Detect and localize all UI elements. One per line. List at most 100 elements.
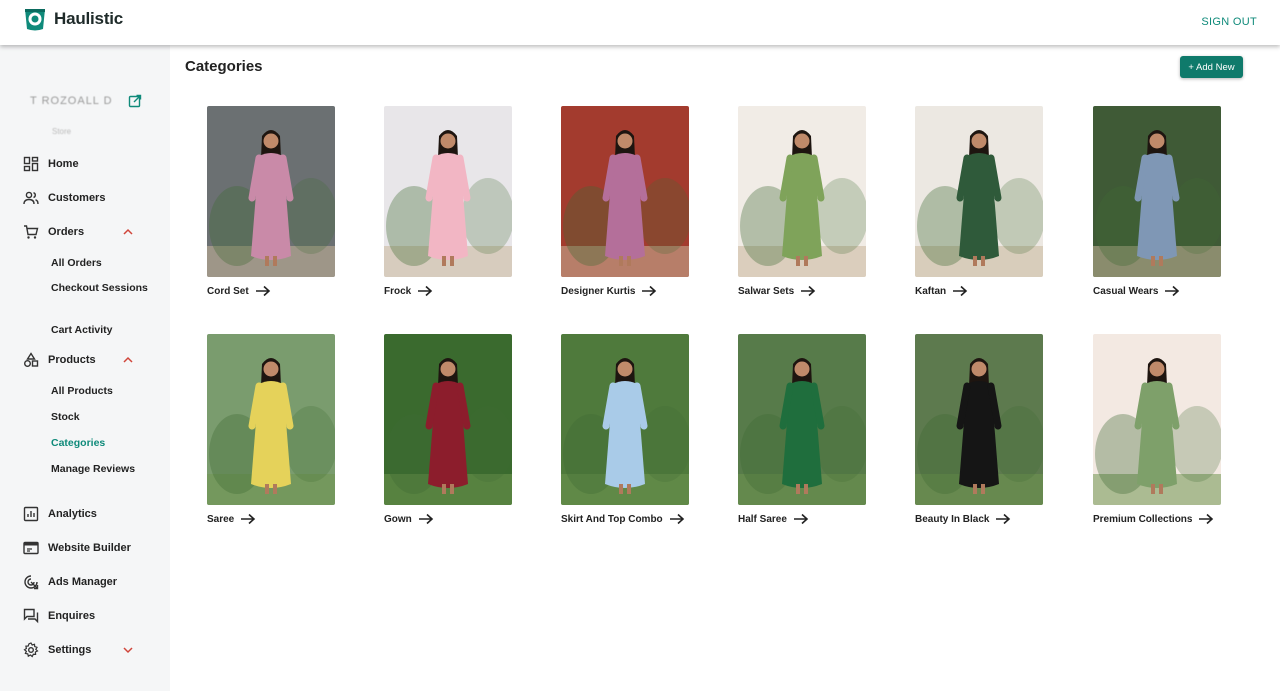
category-card[interactable]: Premium Collections [1093, 334, 1221, 526]
chevron-down-icon[interactable] [122, 644, 134, 656]
category-name: Premium Collections [1093, 513, 1193, 525]
category-card[interactable]: Kaftan [915, 106, 1043, 298]
chevron-up-icon[interactable] [122, 226, 134, 238]
sidebar-item-settings[interactable]: Settings [0, 636, 170, 664]
chevron-up-icon[interactable] [122, 354, 134, 366]
category-card[interactable]: Salwar Sets [738, 106, 866, 298]
category-caption[interactable]: Casual Wears [1093, 284, 1221, 298]
chat-icon [23, 608, 39, 624]
category-caption[interactable]: Gown [384, 512, 512, 526]
category-card[interactable]: Half Saree [738, 334, 866, 526]
category-caption[interactable]: Salwar Sets [738, 284, 866, 298]
logo-icon [25, 9, 45, 31]
arrow-right-icon[interactable] [793, 513, 809, 525]
category-image[interactable] [1093, 334, 1221, 505]
arrow-right-icon[interactable] [418, 513, 434, 525]
sidebar-label-ads-manager: Ads Manager [48, 576, 118, 588]
sidebar-subitem-all-products[interactable]: All Products [51, 384, 151, 399]
sidebar-subitem-manage-reviews[interactable]: Manage Reviews [51, 462, 151, 477]
category-image[interactable] [738, 334, 866, 505]
arrow-right-icon[interactable] [641, 285, 657, 297]
category-name: Cord Set [207, 285, 249, 297]
arrow-right-icon[interactable] [240, 513, 256, 525]
category-caption[interactable]: Designer Kurtis [561, 284, 689, 298]
target-icon [24, 575, 39, 590]
category-caption[interactable]: Cord Set [207, 284, 335, 298]
sidebar-item-analytics[interactable]: Analytics [0, 500, 170, 528]
sidebar-item-orders[interactable]: Orders [0, 218, 170, 246]
category-name: Half Saree [738, 513, 787, 525]
category-name: Skirt And Top Combo [561, 513, 663, 525]
category-card[interactable]: Saree [207, 334, 335, 526]
brand-logo[interactable]: Haulistic [22, 6, 123, 32]
category-image[interactable] [384, 106, 512, 277]
category-image[interactable] [915, 106, 1043, 277]
sidebar-subitem-checkout-sessions[interactable]: Checkout Sessions [51, 281, 151, 296]
category-name: Designer Kurtis [561, 285, 636, 297]
browser-icon [23, 541, 39, 555]
category-card[interactable]: Beauty In Black [915, 334, 1043, 526]
arrow-right-icon[interactable] [417, 285, 433, 297]
top-bar: Haulistic SIGN OUT [0, 0, 1280, 45]
add-new-button[interactable]: + Add New [1180, 56, 1243, 78]
sidebar-label-enquires: Enquires [48, 610, 96, 622]
analytics-icon [23, 506, 39, 522]
gear-icon [23, 642, 39, 658]
category-image[interactable] [561, 334, 689, 505]
store-name: T ROZOALL D [30, 95, 113, 107]
category-image[interactable] [738, 106, 866, 277]
category-image[interactable] [915, 334, 1043, 505]
arrow-right-icon[interactable] [1198, 513, 1214, 525]
category-image[interactable] [207, 334, 335, 505]
category-card[interactable]: Gown [384, 334, 512, 526]
category-name: Gown [384, 513, 412, 525]
category-caption[interactable]: Half Saree [738, 512, 866, 526]
category-name: Salwar Sets [738, 285, 795, 297]
arrow-right-icon[interactable] [995, 513, 1011, 525]
sidebar-subitem-categories[interactable]: Categories [51, 436, 151, 451]
external-link-icon[interactable] [128, 94, 142, 108]
sidebar-subitem-stock[interactable]: Stock [51, 410, 151, 425]
arrow-right-icon[interactable] [669, 513, 685, 525]
sidebar-label-home: Home [48, 158, 79, 170]
sidebar-subitem-cart-activity[interactable]: Cart Activity [51, 323, 151, 338]
category-card[interactable]: Cord Set [207, 106, 335, 298]
category-image[interactable] [207, 106, 335, 277]
category-name: Kaftan [915, 285, 947, 297]
arrow-right-icon[interactable] [1164, 285, 1180, 297]
arrow-right-icon[interactable] [800, 285, 816, 297]
category-caption[interactable]: Beauty In Black [915, 512, 1043, 526]
category-image[interactable] [1093, 106, 1221, 277]
category-card[interactable]: Casual Wears [1093, 106, 1221, 298]
page-title: Categories [185, 58, 263, 75]
brand-name: Haulistic [54, 9, 124, 28]
sidebar: T ROZOALL D Store Home Customers Orders [0, 45, 170, 691]
sidebar-item-ads-manager[interactable]: Ads Manager [0, 568, 170, 596]
sidebar-item-customers[interactable]: Customers [0, 184, 170, 212]
arrow-right-icon[interactable] [952, 285, 968, 297]
category-image[interactable] [561, 106, 689, 277]
category-image[interactable] [384, 334, 512, 505]
category-name: Saree [207, 513, 235, 525]
sidebar-subitem-all-orders[interactable]: All Orders [51, 256, 151, 271]
category-card[interactable]: Frock [384, 106, 512, 298]
shapes-icon [24, 352, 39, 367]
sidebar-label-website-builder: Website Builder [48, 542, 131, 554]
category-caption[interactable]: Skirt And Top Combo [561, 512, 689, 526]
category-caption[interactable]: Frock [384, 284, 512, 298]
category-card[interactable]: Skirt And Top Combo [561, 334, 689, 526]
dashboard-icon [23, 156, 39, 172]
category-name: Beauty In Black [915, 513, 990, 525]
sidebar-label-analytics: Analytics [48, 508, 97, 520]
sidebar-item-enquires[interactable]: Enquires [0, 602, 170, 630]
sign-out-link[interactable]: SIGN OUT [1201, 16, 1257, 28]
sidebar-item-home[interactable]: Home [0, 150, 170, 178]
sidebar-item-website-builder[interactable]: Website Builder [0, 534, 170, 562]
arrow-right-icon[interactable] [255, 285, 271, 297]
sidebar-item-products[interactable]: Products [0, 346, 170, 374]
sidebar-label-orders: Orders [48, 226, 85, 238]
category-caption[interactable]: Saree [207, 512, 335, 526]
category-card[interactable]: Designer Kurtis [561, 106, 689, 298]
category-caption[interactable]: Kaftan [915, 284, 1043, 298]
category-caption[interactable]: Premium Collections [1093, 512, 1221, 526]
